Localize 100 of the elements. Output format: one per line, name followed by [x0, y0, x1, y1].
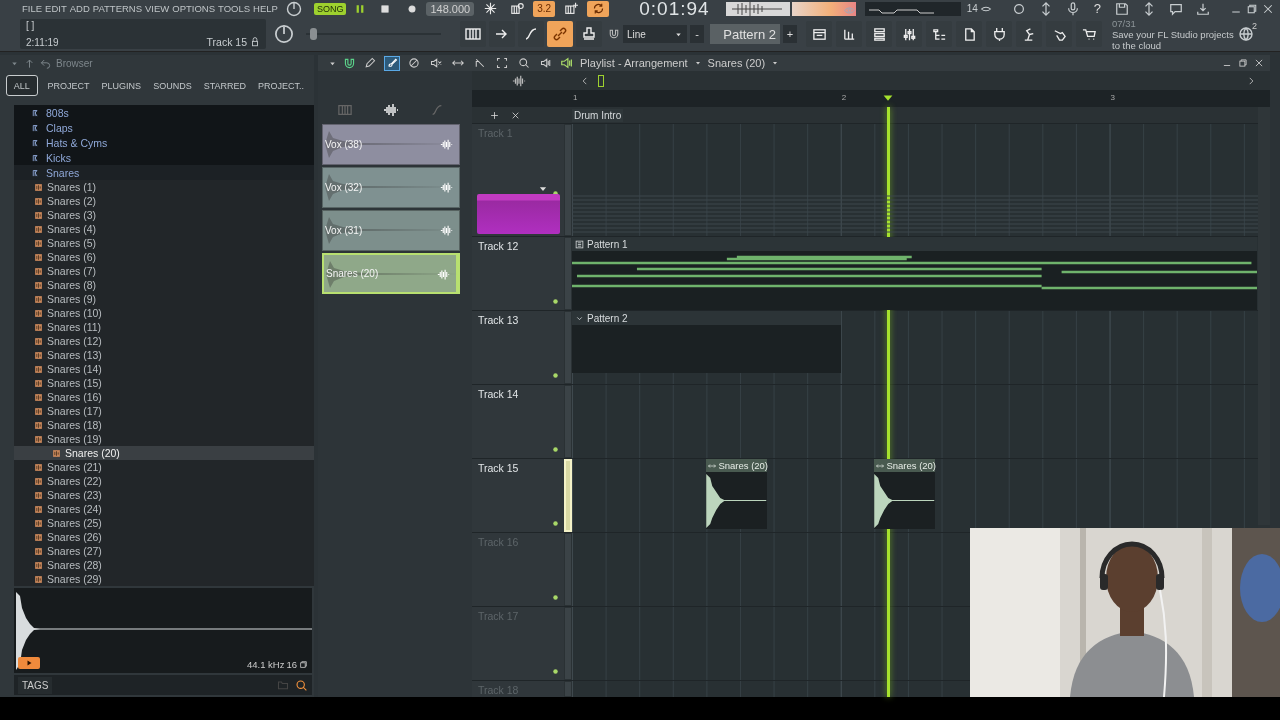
folder-item[interactable]: Snares [14, 165, 314, 180]
circle-icon[interactable] [1011, 1, 1026, 16]
search-icon[interactable] [295, 678, 308, 692]
caret-icon[interactable] [693, 59, 702, 67]
cart-icon[interactable] [1081, 26, 1097, 42]
close-icon[interactable] [1254, 58, 1264, 68]
arrows-icon[interactable] [1142, 1, 1156, 16]
folder-item[interactable]: Hats & Cyms [14, 135, 314, 150]
folder-item[interactable]: Kicks [14, 150, 314, 165]
list-icon[interactable] [871, 26, 887, 42]
sample-item[interactable]: Snares (22) [14, 474, 314, 488]
sample-item[interactable]: Snares (9) [14, 292, 314, 306]
sample-item[interactable]: Snares (2) [14, 194, 314, 208]
toolbar-button[interactable] [518, 21, 544, 47]
sample-item[interactable]: Snares (29) [14, 572, 314, 586]
magnet-icon[interactable] [608, 28, 620, 40]
track-dot-icon[interactable] [551, 445, 560, 454]
sample-item[interactable]: Snares (17) [14, 404, 314, 418]
track-dot-icon[interactable] [551, 519, 560, 528]
save-icon[interactable] [1115, 1, 1129, 16]
sliders-icon[interactable] [901, 26, 917, 42]
sample-item[interactable]: Snares (20) [14, 446, 314, 460]
tool-button[interactable] [494, 55, 510, 71]
menu-item[interactable]: VIEW [145, 3, 170, 14]
browser-tab[interactable]: PROJECT [41, 75, 96, 96]
sample-item[interactable]: Snares (6) [14, 250, 314, 264]
folder-item[interactable]: Claps [14, 120, 314, 135]
caret-icon[interactable] [771, 59, 780, 67]
scrollbar[interactable] [1258, 107, 1270, 525]
track-header[interactable]: Track 15 [472, 459, 564, 532]
track-header[interactable]: Track 13 [472, 311, 564, 384]
folder-item[interactable]: 808s [14, 105, 314, 120]
snap-dropdown[interactable]: Line [623, 25, 687, 43]
tags-button[interactable]: TAGS [18, 676, 53, 694]
scroll-right-icon[interactable] [1246, 75, 1256, 86]
browser-tab[interactable]: ALL [6, 75, 38, 96]
up-arrow-icon[interactable] [24, 58, 35, 69]
sample-item[interactable]: Snares (4) [14, 222, 314, 236]
microphone-icon[interactable] [1065, 1, 1080, 16]
globe-icon[interactable] [1238, 26, 1254, 42]
toolbar-button[interactable] [547, 21, 573, 47]
chat-icon[interactable] [1169, 1, 1183, 16]
toolbar-button[interactable] [576, 21, 602, 47]
menu-item[interactable]: TOOLS [218, 3, 251, 14]
sample-item[interactable]: Snares (5) [14, 236, 314, 250]
record-icon[interactable] [406, 2, 419, 15]
sample-item[interactable]: Snares (27) [14, 544, 314, 558]
tool-button[interactable] [384, 55, 400, 71]
browser-tab[interactable]: STARRED [197, 75, 252, 96]
sample-item[interactable]: Snares (23) [14, 488, 314, 502]
menu-item[interactable]: EDIT [45, 3, 67, 14]
sample-item[interactable]: Snares (12) [14, 334, 314, 348]
channel-item[interactable]: Vox (38) [322, 124, 460, 165]
menu-item[interactable]: FILE [22, 3, 43, 14]
window-icon[interactable] [811, 26, 827, 42]
track-dot-icon[interactable] [551, 593, 560, 602]
waveform-icon[interactable] [512, 73, 526, 88]
pitch-slider-handle[interactable] [309, 28, 317, 40]
add-pattern-button[interactable]: + [783, 25, 797, 43]
scroll-left-icon[interactable] [580, 75, 590, 86]
sample-item[interactable]: Snares (28) [14, 558, 314, 572]
pattern-clip[interactable]: Pattern 2 [572, 311, 841, 373]
sample-item[interactable]: Snares (7) [14, 264, 314, 278]
toolbar-button[interactable] [460, 21, 486, 47]
add-icon[interactable] [490, 110, 499, 120]
clip-source-name[interactable]: Snares (20) [707, 57, 766, 69]
sample-item[interactable]: Snares (10) [14, 306, 314, 320]
previous-pattern-button[interactable]: - [690, 25, 704, 43]
browser-tab[interactable]: SOUNDS [147, 75, 198, 96]
track-dot-icon[interactable] [551, 297, 560, 306]
sample-item[interactable]: Snares (16) [14, 390, 314, 404]
folder-tree-icon[interactable] [931, 26, 947, 42]
sample-item[interactable]: Snares (3) [14, 208, 314, 222]
song-mode-button[interactable]: SONG [313, 2, 347, 15]
menu-item[interactable]: ADD [69, 3, 90, 14]
sample-item[interactable]: Snares (13) [14, 348, 314, 362]
timeline-ruler[interactable]: 1 2 3 [472, 90, 1270, 107]
restore-icon[interactable] [1246, 2, 1258, 15]
audio-clip[interactable]: Snares (20) [874, 459, 935, 529]
download-icon[interactable] [1196, 1, 1210, 16]
sample-item[interactable]: Snares (18) [14, 418, 314, 432]
knob-icon[interactable] [274, 24, 294, 44]
menu-item[interactable]: HELP [253, 3, 278, 14]
toolbar-button[interactable] [489, 21, 515, 47]
sample-item[interactable]: Snares (15) [14, 376, 314, 390]
scroll-thumb[interactable] [598, 74, 604, 87]
sample-item[interactable]: Snares (8) [14, 278, 314, 292]
knob-icon[interactable] [285, 0, 302, 17]
pattern-clip[interactable]: Pattern 1 [572, 237, 1258, 310]
browser-tab[interactable]: PLUGINS [95, 75, 148, 96]
toolbar-button[interactable] [587, 0, 610, 17]
sample-item[interactable]: Snares (14) [14, 362, 314, 376]
track-name[interactable]: Track 13 [478, 314, 519, 326]
menu-item[interactable]: OPTIONS [172, 3, 216, 14]
tool-button[interactable] [362, 55, 378, 71]
play-button[interactable] [18, 657, 40, 669]
back-icon[interactable] [40, 58, 51, 69]
channel-item[interactable]: Vox (32) [322, 167, 460, 208]
track-dot-icon[interactable] [551, 371, 560, 380]
playlist-icon[interactable] [560, 56, 574, 70]
